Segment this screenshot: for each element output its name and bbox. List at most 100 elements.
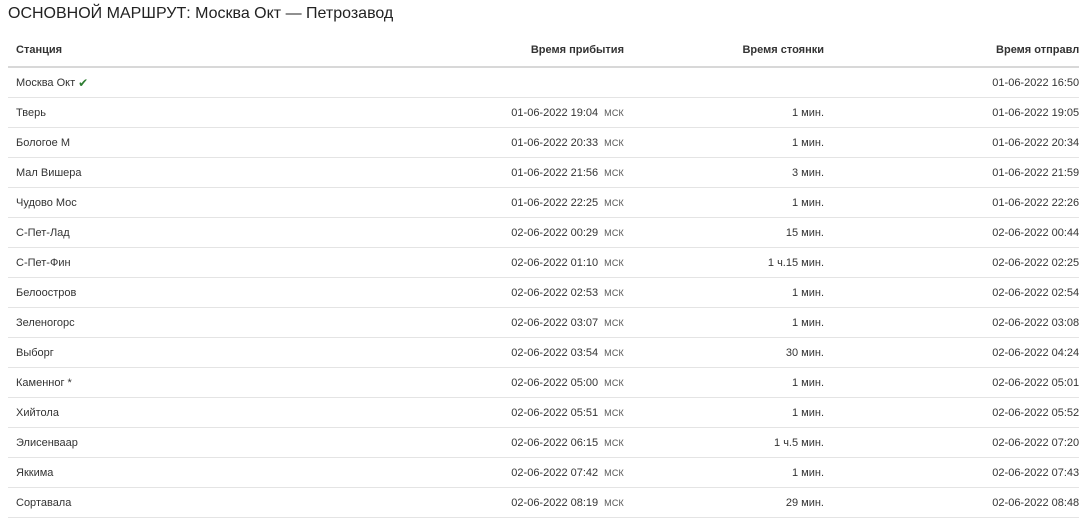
header-departure[interactable]: Время отправления: [824, 33, 1079, 68]
departure-time: 02-06-2022 07:20: [992, 436, 1079, 449]
departure-time: 02-06-2022 04:24: [992, 346, 1079, 359]
arrival-cell: 02-06-2022 05:51 МСК: [176, 397, 624, 428]
arrival-time: 02-06-2022 03:54: [511, 346, 599, 359]
arrival-timezone: МСК: [604, 377, 624, 388]
table-row: Белоостров 02-06-2022 02:53 МСК 1 мин. 02-06…: [8, 277, 1079, 308]
station-name: Тверь: [16, 106, 46, 119]
table-row: Бологое М 01-06-2022 20:33 МСК 1 мин. 01-06-…: [8, 127, 1079, 158]
departure-cell: 02-06-2022 02:25МСК: [824, 247, 1079, 278]
table-row: Хийтола 02-06-2022 05:51 МСК 1 мин. 02-06-20…: [8, 397, 1079, 428]
arrival-cell: 01-06-2022 21:56 МСК: [176, 157, 624, 188]
arrival-cell: 02-06-2022 03:07 МСК: [176, 307, 624, 338]
arrival-time: 01-06-2022 22:25: [511, 196, 599, 209]
departure-time: 02-06-2022 02:54: [992, 286, 1079, 299]
arrival-timezone: МСК: [604, 467, 624, 478]
arrival-cell: 02-06-2022 00:29 МСК: [176, 217, 624, 248]
station-cell: Бологое М: [8, 127, 176, 158]
table-row: Яккима 02-06-2022 07:42 МСК 1 мин. 02-06-202…: [8, 457, 1079, 488]
table-row: Чудово Мос 01-06-2022 22:25 МСК 1 мин. 01-06…: [8, 187, 1079, 218]
header-arrival[interactable]: Время прибытия: [176, 33, 624, 68]
station-cell: Элисенваар: [8, 427, 176, 458]
station-name: С-Пет-Фин: [16, 256, 71, 269]
arrival-time: 02-06-2022 01:10: [511, 256, 599, 269]
departure-cell: 02-06-2022 07:43МСК: [824, 457, 1079, 488]
stop-duration: 3 мин.: [624, 157, 824, 188]
arrival-timezone: МСК: [604, 317, 624, 328]
table-row: Москва Окт✔ 01-06-2022 16:50МСК: [8, 67, 1079, 98]
arrival-timezone: МСК: [604, 287, 624, 298]
stop-duration: 1 ч.15 мин.: [624, 247, 824, 278]
departure-time: 02-06-2022 03:08: [992, 316, 1079, 329]
arrival-time: 01-06-2022 19:04: [511, 106, 599, 119]
departure-cell: 02-06-2022 05:01МСК: [824, 367, 1079, 398]
arrival-timezone: МСК: [604, 437, 624, 448]
arrival-timezone: МСК: [604, 137, 624, 148]
departure-time: 01-06-2022 20:34: [992, 136, 1079, 149]
departure-time: 02-06-2022 00:44: [992, 226, 1079, 239]
departure-time: 02-06-2022 05:01: [992, 376, 1079, 389]
stop-duration: 1 ч.5 мин.: [624, 427, 824, 458]
station-name: Яккима: [16, 466, 54, 479]
station-cell: Выборг: [8, 337, 176, 368]
arrival-time: 01-06-2022 20:33: [511, 136, 599, 149]
arrival-timezone: МСК: [604, 167, 624, 178]
stop-duration: 15 мин.: [624, 217, 824, 248]
stop-duration: [624, 67, 824, 98]
station-cell: Мал Вишера: [8, 157, 176, 188]
stop-duration: 1 мин.: [624, 127, 824, 158]
arrival-cell: 02-06-2022 08:19 МСК: [176, 487, 624, 518]
station-name: Белоостров: [16, 286, 77, 299]
table-row: Каменног * 02-06-2022 05:00 МСК 1 мин. 02-06…: [8, 367, 1079, 398]
stop-duration: 1 мин.: [624, 397, 824, 428]
departure-time: 02-06-2022 07:43: [992, 466, 1079, 479]
station-name: С-Пет-Лад: [16, 226, 70, 239]
arrival-cell: 02-06-2022 05:00 МСК: [176, 367, 624, 398]
table-row: Выборг 02-06-2022 03:54 МСК 30 мин. 02-06-20…: [8, 337, 1079, 368]
station-cell: Белоостров: [8, 277, 176, 308]
header-station[interactable]: Станция: [8, 33, 176, 68]
arrival-time: 01-06-2022 21:56: [511, 166, 599, 179]
table-row: Элисенваар 02-06-2022 06:15 МСК 1 ч.5 мин. 0…: [8, 427, 1079, 458]
arrival-cell: 02-06-2022 02:53 МСК: [176, 277, 624, 308]
table-row: Мал Вишера 01-06-2022 21:56 МСК 3 мин. 01-06…: [8, 157, 1079, 188]
arrival-cell: 01-06-2022 19:04 МСК: [176, 97, 624, 128]
table-row: С-Пет-Лад 02-06-2022 00:29 МСК 15 мин. 02-06…: [8, 217, 1079, 248]
check-icon: ✔: [78, 75, 89, 90]
station-cell: Хийтола: [8, 397, 176, 428]
departure-cell: 01-06-2022 21:59МСК: [824, 157, 1079, 188]
route-table-head: Станция Время прибытия Время стоянки Вре…: [8, 33, 1079, 68]
arrival-time: 02-06-2022 03:07: [511, 316, 599, 329]
arrival-cell: [176, 67, 624, 98]
departure-time: 01-06-2022 21:59: [992, 166, 1079, 179]
station-name: Мал Вишера: [16, 166, 82, 179]
station-name: Чудово Мос: [16, 196, 77, 209]
arrival-cell: 02-06-2022 06:15 МСК: [176, 427, 624, 458]
station-cell: С-Пет-Лад: [8, 217, 176, 248]
arrival-timezone: МСК: [604, 257, 624, 268]
stop-duration: 29 мин.: [624, 487, 824, 518]
departure-time: 02-06-2022 05:52: [992, 406, 1079, 419]
station-name: Элисенваар: [16, 436, 78, 449]
station-cell: Яккима: [8, 457, 176, 488]
departure-cell: 02-06-2022 03:08МСК: [824, 307, 1079, 338]
arrival-timezone: МСК: [604, 197, 624, 208]
departure-cell: 02-06-2022 05:52МСК: [824, 397, 1079, 428]
stop-duration: 1 мин.: [624, 457, 824, 488]
arrival-time: 02-06-2022 06:15: [511, 436, 599, 449]
station-name: Сортавала: [16, 496, 72, 509]
stop-duration: 1 мин.: [624, 307, 824, 338]
departure-time: 01-06-2022 16:50: [992, 76, 1079, 89]
station-cell: Чудово Мос: [8, 187, 176, 218]
route-table-body: Москва Окт✔ 01-06-2022 16:50 МСК Тверь 01-06…: [8, 67, 1079, 518]
station-name: Зеленогорс: [16, 316, 75, 329]
arrival-timezone: МСК: [604, 227, 624, 238]
arrival-cell: 01-06-2022 22:25 МСК: [176, 187, 624, 218]
station-name: Выборг: [16, 346, 54, 359]
departure-time: 02-06-2022 08:48: [992, 496, 1079, 509]
table-row: Сортавала 02-06-2022 08:19 МСК 29 мин. 02-06…: [8, 487, 1079, 518]
arrival-cell: 02-06-2022 03:54 МСК: [176, 337, 624, 368]
header-stop[interactable]: Время стоянки: [624, 33, 824, 68]
station-cell: Москва Окт ✔: [8, 67, 176, 98]
table-row: С-Пет-Фин 02-06-2022 01:10 МСК 1 ч.15 мин. 0…: [8, 247, 1079, 278]
departure-cell: 02-06-2022 07:20МСК: [824, 427, 1079, 458]
